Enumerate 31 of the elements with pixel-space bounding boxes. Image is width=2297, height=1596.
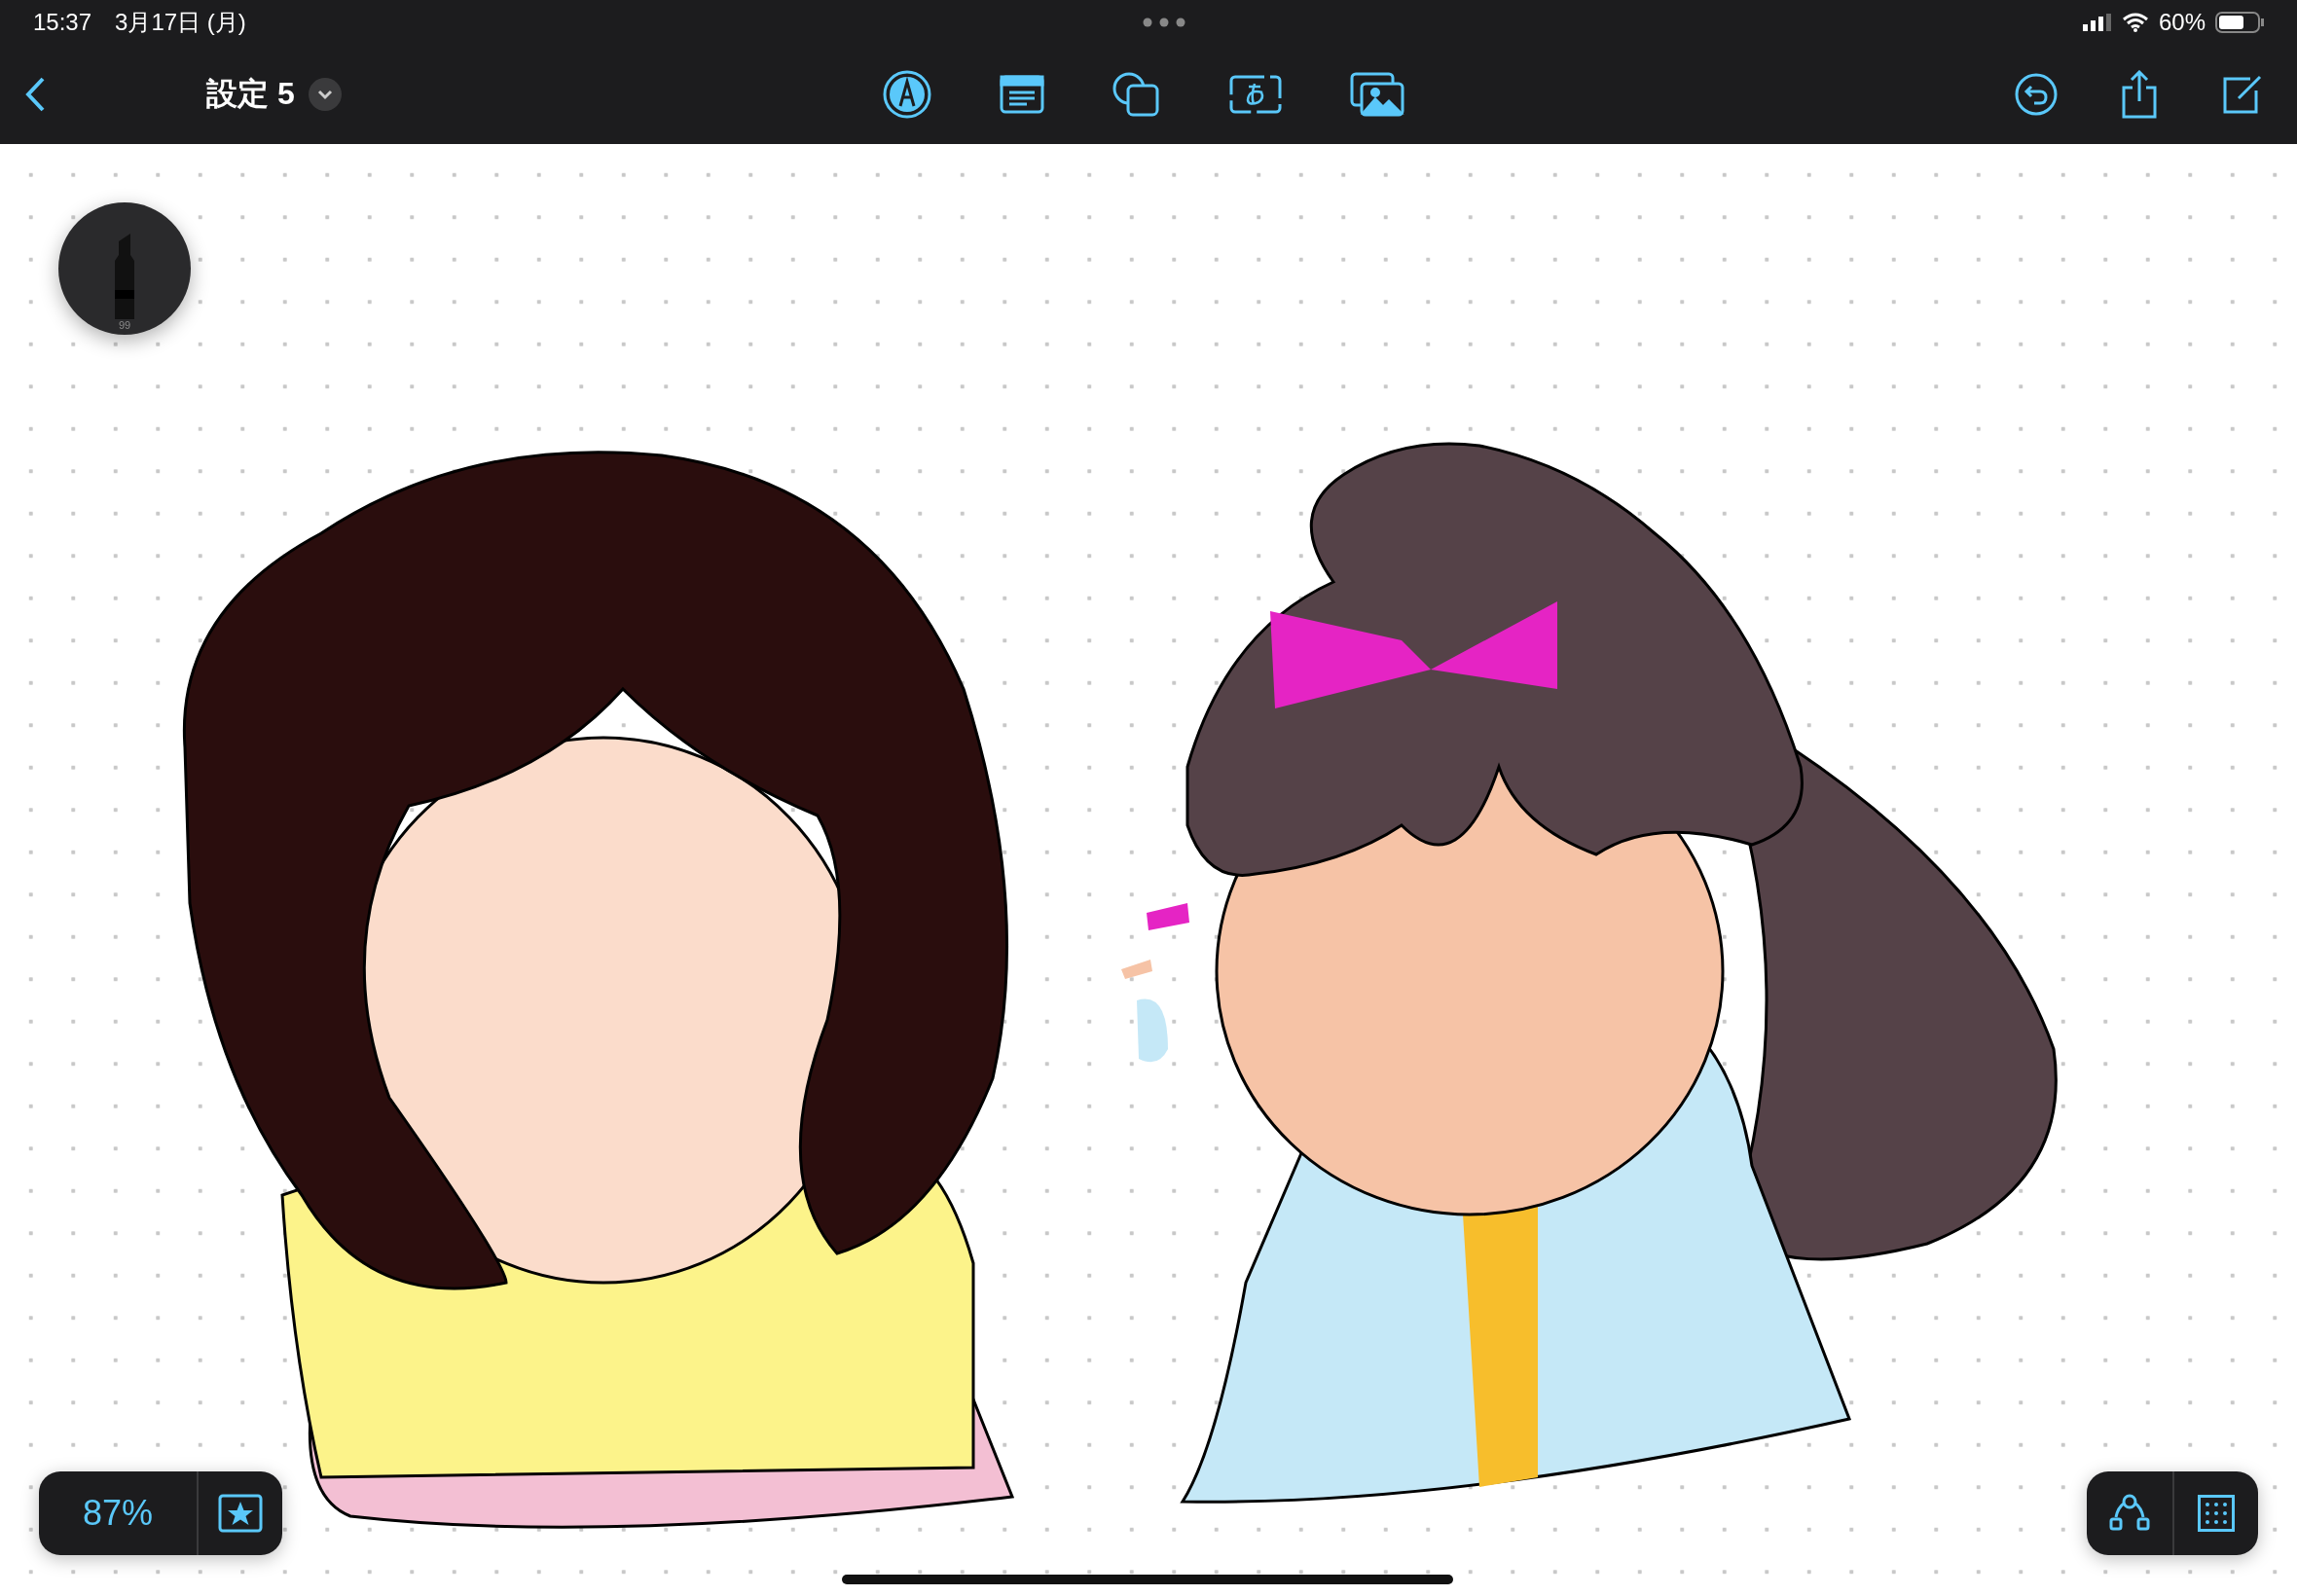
text-box-button[interactable]: [1229, 75, 1282, 114]
board-title: 設定 5: [206, 75, 295, 113]
connector-nodes-icon: [2108, 1494, 2151, 1533]
text-box-icon: [1229, 75, 1282, 114]
status-date: 3月17日 (月): [115, 8, 246, 37]
pen-tool-button[interactable]: [883, 70, 931, 119]
note-icon: [1000, 75, 1044, 114]
marker-icon: [113, 232, 136, 319]
compose-icon: [2221, 73, 2264, 116]
battery-icon: [2215, 12, 2264, 33]
pen-tip-icon: [883, 70, 931, 119]
back-button[interactable]: [23, 75, 47, 114]
photos-icon: [1350, 72, 1404, 117]
more-dots-icon[interactable]: [1143, 18, 1186, 27]
share-icon: [2120, 70, 2159, 119]
shapes-button[interactable]: [1112, 72, 1161, 117]
title-menu-button[interactable]: [308, 78, 342, 111]
pen-puck[interactable]: 99: [58, 202, 191, 335]
signal-icon: [2082, 14, 2112, 31]
chevron-down-icon: [308, 78, 342, 111]
media-button[interactable]: [1350, 72, 1404, 117]
shapes-icon: [1112, 72, 1161, 117]
status-time: 15:37: [33, 9, 92, 36]
grid-icon: [2198, 1495, 2235, 1532]
battery-percent: 60%: [2158, 9, 2206, 36]
wifi-icon: [2121, 13, 2149, 32]
sticky-note-button[interactable]: [1000, 75, 1044, 114]
undo-icon: [2015, 73, 2058, 116]
share-button[interactable]: [2120, 70, 2159, 119]
back-chevron-icon: [23, 75, 47, 114]
pen-size-label: 99: [118, 319, 131, 331]
